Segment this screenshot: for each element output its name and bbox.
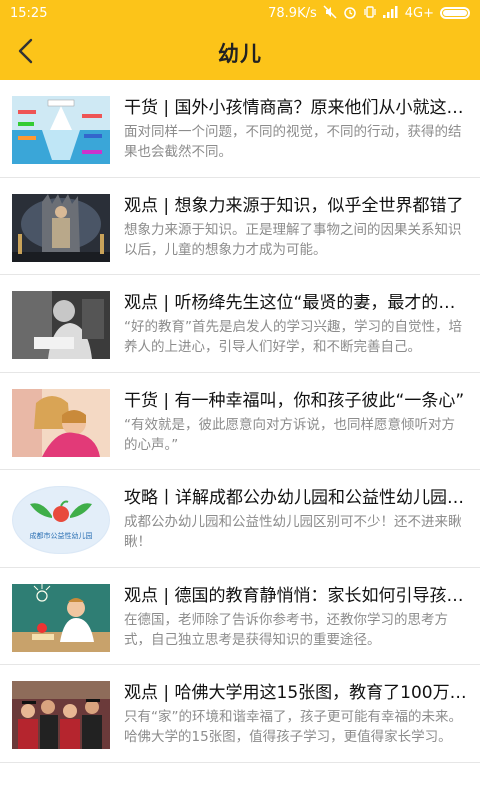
net-speed: 78.9K/s — [268, 5, 317, 21]
article-title: 观点 | 想象力来源于知识，似乎全世界都错了 — [124, 195, 464, 216]
list-item[interactable]: 干货 | 国外小孩情商高？原来他们从小就这样被教育 面对同样一个问题，不同的视觉… — [0, 80, 480, 178]
list-item[interactable]: 成都市公益性幼儿园 攻略丨详解成都公办幼儿园和公益性幼儿园的区别 成都公办幼儿园… — [0, 470, 480, 568]
article-desc: 只有“家”的环境和谐幸福了，孩子更可能有幸福的未来。哈佛大学的15张图，值得孩子… — [124, 709, 462, 745]
article-title: 攻略丨详解成都公办幼儿园和公益性幼儿园的区别 — [124, 488, 468, 508]
boy-classroom-photo — [12, 583, 110, 652]
article-desc: 想象力来源于知识。正是理解了事物之间的因果关系知识以后，儿童的想象力才成为可能。 — [124, 221, 462, 258]
alarm-icon — [343, 5, 357, 21]
logo-text: 成都市公益性幼儿园 — [30, 531, 93, 540]
article-desc: “有效就是，彼此愿意向对方诉说，也同样愿意倾听对方的心声。” — [124, 416, 455, 453]
list-item[interactable]: 干货 | 有一种幸福叫，你和孩子彼此“一条心” “有效就是，彼此愿意向对方诉说，… — [0, 373, 480, 470]
battery-icon — [440, 7, 470, 19]
network-type: 4G+ — [404, 5, 434, 21]
graduation-crowd-photo — [12, 681, 110, 749]
mother-child-photo — [12, 388, 110, 457]
throne-photo — [12, 193, 110, 262]
article-title: 观点 | 听杨绛先生这位“最贤的妻，最才的女”谈教育 — [124, 293, 468, 313]
list-item[interactable]: 观点 | 哈佛大学用这15张图，教育了100万孩子 只有“家”的环境和谐幸福了，… — [0, 665, 480, 763]
elderly-reader-photo — [12, 291, 110, 359]
app-bar: 幼儿 — [0, 26, 480, 80]
back-button[interactable] — [6, 33, 46, 73]
article-desc: “好的教育”首先是启发人的学习兴趣，学习的自觉性，培养人的上进心，引导人们好学，… — [124, 319, 462, 355]
signal-icon — [382, 6, 399, 20]
status-bar: 15:25 78.9K/s 4G+ — [0, 0, 480, 26]
iceberg-illustration — [12, 96, 110, 164]
list-item[interactable]: 观点 | 想象力来源于知识，似乎全世界都错了 想象力来源于知识。正是理解了事物之… — [0, 178, 480, 275]
chevron-left-icon — [16, 38, 36, 68]
article-desc: 面对同样一个问题，不同的视觉，不同的行动，获得的结果也会截然不同。 — [124, 124, 462, 160]
article-title: 观点 | 德国的教育静悄悄：家长如何引导孩子独立思考 — [124, 585, 468, 606]
status-time: 15:25 — [10, 5, 48, 21]
page-title: 幼儿 — [218, 42, 262, 66]
article-desc: 成都公办幼儿园和公益性幼儿园区别可不少！还不进来瞅瞅！ — [124, 514, 462, 550]
article-title: 干货 | 国外小孩情商高？原来他们从小就这样被教育 — [124, 98, 468, 118]
status-indicators: 78.9K/s 4G+ — [268, 5, 470, 21]
article-title: 干货 | 有一种幸福叫，你和孩子彼此“一条心” — [124, 390, 465, 411]
kindergarten-logo: 成都市公益性幼儿园 — [12, 486, 110, 554]
article-title: 观点 | 哈佛大学用这15张图，教育了100万孩子 — [124, 683, 468, 703]
vibrate-icon — [363, 5, 377, 21]
list-item[interactable]: 观点 | 听杨绛先生这位“最贤的妻，最才的女”谈教育 “好的教育”首先是启发人的… — [0, 275, 480, 373]
article-desc: 在德国，老师除了告诉你参考书，还教你学习的思考方式，自己独立思考是获得知识的重要… — [124, 611, 448, 648]
mute-icon — [323, 5, 337, 21]
list-item[interactable]: 观点 | 德国的教育静悄悄：家长如何引导孩子独立思考 在德国，老师除了告诉你参考… — [0, 568, 480, 665]
article-list: 干货 | 国外小孩情商高？原来他们从小就这样被教育 面对同样一个问题，不同的视觉… — [0, 80, 480, 763]
